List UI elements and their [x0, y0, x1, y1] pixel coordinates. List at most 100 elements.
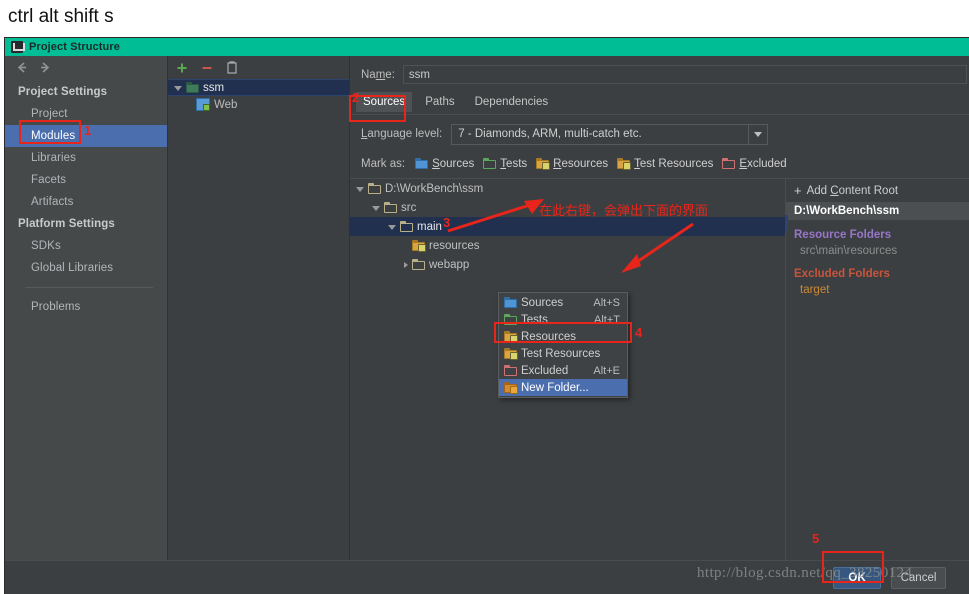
add-content-root-label: Add Content Root — [806, 184, 899, 197]
mark-as-row: Mark as: Sources Tests Resources Test Re… — [350, 152, 969, 175]
tree-row-label: D:\WorkBench\ssm — [385, 182, 484, 195]
minus-icon[interactable] — [200, 61, 214, 75]
content-roots-area: D:\WorkBench\ssm src main resources weba… — [350, 178, 969, 561]
tree-row-label: main — [417, 220, 442, 233]
resource-folders-title: Resource Folders — [794, 229, 892, 241]
arrow-right-icon[interactable] — [36, 59, 53, 76]
web-facet-icon — [196, 98, 210, 111]
dialog-title: Project Structure — [29, 41, 120, 53]
module-name-input[interactable]: ssm — [402, 65, 967, 84]
context-menu-item-sources[interactable]: Sources Alt+S — [499, 294, 627, 311]
tab-paths[interactable]: Paths — [418, 92, 461, 112]
yellow-resource-folder-icon — [536, 158, 551, 170]
sidebar-item-libraries[interactable]: Libraries — [5, 147, 167, 169]
editor-tabs: Sources Paths Dependencies — [350, 90, 969, 115]
chevron-down-icon[interactable] — [372, 206, 380, 211]
context-menu-item-resources[interactable]: Resources — [499, 328, 627, 345]
sidebar-group-project-settings: Project Settings — [18, 86, 108, 98]
context-menu-shortcut: Alt+S — [593, 296, 620, 309]
context-menu-label: Resources — [521, 330, 576, 343]
context-menu-label: New Folder... — [521, 381, 589, 394]
resource-folders-value[interactable]: src\main\resources — [786, 243, 969, 259]
annotation-number-5: 5 — [812, 531, 820, 546]
module-row-web[interactable]: Web — [168, 96, 349, 113]
sidebar-item-project[interactable]: Project — [5, 103, 167, 125]
modules-tree: ssm Web — [168, 79, 349, 113]
language-level-label: Language level: — [361, 128, 443, 140]
screenshot-root: ctrl alt shift s Project Structure Proje… — [0, 0, 969, 594]
tree-row-main[interactable]: main — [350, 217, 785, 236]
page-title: ctrl alt shift s — [8, 6, 114, 27]
sidebar-toolbar — [5, 56, 167, 79]
new-folder-icon — [504, 382, 518, 394]
language-level-row: Language level: 7 - Diamonds, ARM, multi… — [350, 122, 969, 146]
project-structure-dialog: Project Structure Project Settings Proje… — [5, 38, 969, 594]
intellij-idea-icon — [11, 41, 25, 53]
mark-as-test-resources-button[interactable]: Test Resources — [617, 158, 713, 170]
chevron-down-icon[interactable] — [174, 86, 182, 91]
tree-row-content-root[interactable]: D:\WorkBench\ssm — [350, 179, 785, 198]
sidebar-item-sdks[interactable]: SDKs — [5, 235, 167, 257]
blue-folder-icon — [504, 297, 517, 308]
copy-icon[interactable] — [225, 60, 239, 75]
chevron-right-icon[interactable] — [404, 261, 408, 268]
annotation-note: 在此右键，会弹出下面的界面 — [539, 203, 709, 218]
context-menu-item-test-resources[interactable]: Test Resources — [499, 345, 627, 362]
annotation-number-2: 2 — [352, 90, 360, 105]
green-folder-icon — [483, 158, 497, 169]
language-level-select[interactable]: 7 - Diamonds, ARM, multi-catch etc. — [451, 123, 769, 145]
watermark: http://blog.csdn.net/qq_38250124 — [697, 565, 913, 581]
context-menu-shortcut: Alt+T — [594, 313, 620, 326]
tree-row-webapp[interactable]: webapp — [350, 255, 785, 274]
red-folder-icon — [722, 158, 736, 169]
sidebar-item-facets[interactable]: Facets — [5, 169, 167, 191]
mark-as-sources-button[interactable]: Sources — [415, 158, 474, 170]
chevron-down-icon[interactable] — [748, 124, 767, 144]
green-folder-icon — [504, 314, 517, 325]
chevron-down-icon[interactable] — [388, 225, 396, 230]
module-folder-icon — [186, 82, 199, 93]
mark-as-excluded-button[interactable]: Excluded — [722, 158, 787, 170]
chevron-down-icon[interactable] — [356, 187, 364, 192]
annotation-number-1: 1 — [84, 123, 92, 138]
module-label: ssm — [203, 81, 225, 94]
sidebar-list: Project Settings Project Modules Librari… — [5, 81, 167, 318]
plain-folder-icon — [368, 183, 381, 194]
blue-folder-icon — [415, 158, 429, 169]
module-editor-panel: Name: ssm Sources Paths Dependencies Lan… — [350, 56, 969, 561]
modules-toolbar — [168, 56, 349, 79]
arrow-left-icon[interactable] — [14, 59, 31, 76]
context-menu-item-new-folder[interactable]: New Folder... — [499, 379, 627, 396]
context-menu-item-tests[interactable]: Tests Alt+T — [499, 311, 627, 328]
yellow-test-resource-folder-icon — [617, 158, 632, 170]
annotation-number-3: 3 — [443, 215, 451, 230]
context-menu-item-excluded[interactable]: Excluded Alt+E — [499, 362, 627, 379]
tree-row-label: resources — [429, 239, 480, 252]
tree-row-resources[interactable]: resources — [350, 236, 785, 255]
tab-dependencies[interactable]: Dependencies — [468, 92, 556, 112]
annotation-number-4: 4 — [635, 325, 643, 340]
sidebar-item-global-libraries[interactable]: Global Libraries — [5, 257, 167, 279]
tab-sources[interactable]: Sources — [356, 92, 413, 112]
sidebar-item-problems[interactable]: Problems — [5, 296, 167, 318]
content-root-path[interactable]: D:\WorkBench\ssm — [786, 202, 969, 220]
yellow-resource-folder-icon — [412, 240, 426, 252]
yellow-test-resource-folder-icon — [504, 348, 518, 360]
plus-icon[interactable] — [175, 61, 189, 75]
name-label: Name: — [361, 68, 395, 81]
mark-directory-context-menu: Sources Alt+S Tests Alt+T Resources Test… — [498, 292, 628, 398]
dialog-body: Project Settings Project Modules Librari… — [5, 56, 969, 561]
excluded-folders-value[interactable]: target — [786, 282, 969, 298]
plus-icon: + — [794, 183, 802, 198]
add-content-root-button[interactable]: + Add Content Root — [786, 179, 969, 202]
sidebar-item-artifacts[interactable]: Artifacts — [5, 191, 167, 213]
tree-row-label: webapp — [429, 258, 470, 271]
context-menu-shortcut: Alt+E — [593, 364, 620, 377]
mark-as-resources-button[interactable]: Resources — [536, 158, 608, 170]
excluded-folders-title: Excluded Folders — [794, 268, 890, 280]
sidebar-divider — [25, 287, 153, 288]
module-row-ssm[interactable]: ssm — [168, 79, 349, 96]
red-folder-icon — [504, 365, 517, 376]
language-level-value: 7 - Diamonds, ARM, multi-catch etc. — [458, 128, 642, 140]
mark-as-tests-button[interactable]: Tests — [483, 158, 527, 170]
